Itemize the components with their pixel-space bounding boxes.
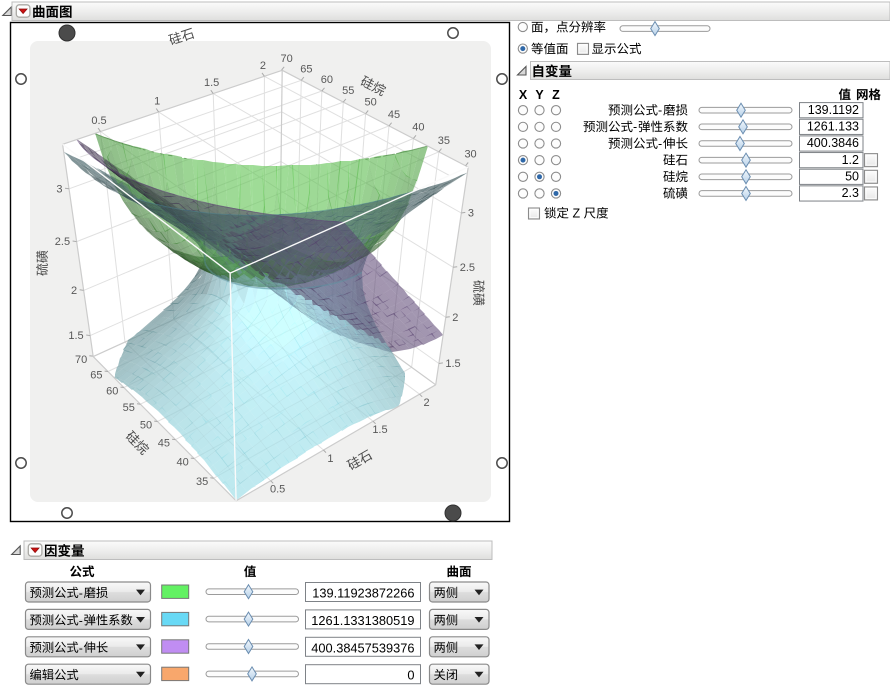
svg-text:55: 55 bbox=[123, 402, 135, 414]
svg-text:1: 1 bbox=[154, 95, 160, 107]
svg-text:1.5: 1.5 bbox=[445, 358, 460, 370]
svg-text:400.38457539376: 400.38457539376 bbox=[311, 640, 414, 655]
svg-text:Z: Z bbox=[552, 88, 560, 102]
svg-text:30: 30 bbox=[464, 149, 476, 161]
svg-text:70: 70 bbox=[75, 354, 87, 366]
svg-text:X: X bbox=[519, 88, 528, 102]
svg-text:60: 60 bbox=[321, 74, 333, 86]
svg-text:60: 60 bbox=[106, 386, 118, 398]
svg-text:0: 0 bbox=[407, 668, 414, 683]
svg-text:3: 3 bbox=[56, 183, 62, 195]
svg-text:2: 2 bbox=[71, 285, 77, 297]
svg-text:0.5: 0.5 bbox=[270, 484, 285, 496]
svg-text:40: 40 bbox=[412, 122, 424, 134]
svg-text:-: - bbox=[633, 120, 637, 134]
svg-text:70: 70 bbox=[280, 53, 292, 65]
svg-text:2: 2 bbox=[452, 312, 458, 324]
svg-text:35: 35 bbox=[438, 135, 450, 147]
svg-text:-: - bbox=[79, 641, 83, 655]
svg-text:-: - bbox=[658, 104, 662, 118]
svg-text:1.5: 1.5 bbox=[204, 77, 219, 89]
svg-text:45: 45 bbox=[158, 438, 170, 450]
svg-text:65: 65 bbox=[90, 370, 102, 382]
svg-text:40: 40 bbox=[176, 456, 188, 468]
svg-text:1: 1 bbox=[327, 453, 333, 465]
svg-text:2.5: 2.5 bbox=[55, 236, 70, 248]
svg-text:400.3846: 400.3846 bbox=[807, 136, 859, 150]
svg-text:1.5: 1.5 bbox=[372, 424, 387, 436]
svg-text:2: 2 bbox=[260, 60, 266, 72]
svg-text:50: 50 bbox=[140, 420, 152, 432]
svg-text:55: 55 bbox=[342, 85, 354, 97]
svg-text:Y: Y bbox=[535, 88, 544, 102]
svg-text:1261.133: 1261.133 bbox=[807, 119, 859, 133]
svg-text:0.5: 0.5 bbox=[91, 115, 106, 127]
svg-text:45: 45 bbox=[388, 109, 400, 121]
svg-text:139.11923872266: 139.11923872266 bbox=[312, 586, 414, 601]
svg-text:1261.1331380519: 1261.1331380519 bbox=[311, 613, 414, 628]
svg-text:50: 50 bbox=[845, 169, 859, 183]
svg-text:-: - bbox=[79, 586, 83, 600]
svg-text:3: 3 bbox=[468, 207, 474, 219]
svg-text:35: 35 bbox=[196, 476, 208, 488]
svg-text:-: - bbox=[79, 613, 83, 627]
svg-text:2: 2 bbox=[424, 397, 430, 409]
svg-text:2.5: 2.5 bbox=[460, 262, 475, 274]
svg-text:2.3: 2.3 bbox=[842, 186, 859, 200]
svg-text:65: 65 bbox=[300, 63, 312, 75]
svg-text:50: 50 bbox=[365, 97, 377, 109]
svg-text:Z: Z bbox=[573, 207, 581, 221]
svg-text:-: - bbox=[658, 137, 662, 151]
svg-text:139.1192: 139.1192 bbox=[808, 103, 859, 117]
svg-text:1.2: 1.2 bbox=[842, 153, 859, 167]
svg-text:1.5: 1.5 bbox=[68, 330, 83, 342]
